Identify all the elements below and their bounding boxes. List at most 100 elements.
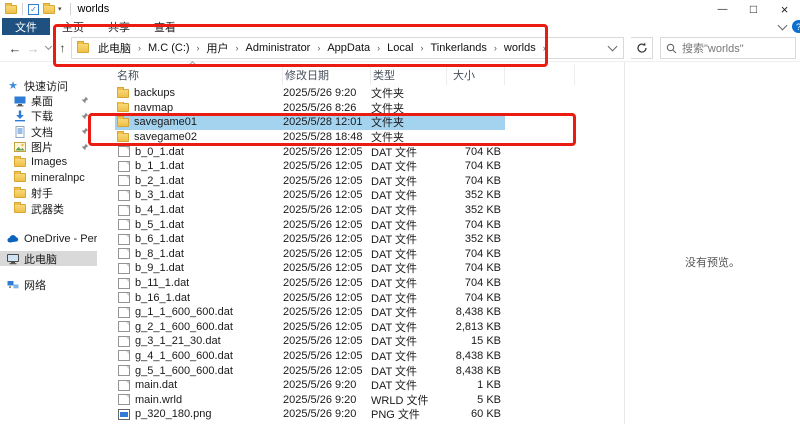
file-type-icon xyxy=(117,118,129,127)
up-button[interactable]: ↑ xyxy=(54,41,71,55)
refresh-button[interactable] xyxy=(631,37,653,59)
breadcrumb-separator-icon[interactable]: › xyxy=(416,43,427,53)
tab-home[interactable]: 主页 xyxy=(50,17,96,37)
breadcrumb-item[interactable]: AppData › xyxy=(324,40,384,56)
file-row[interactable]: b_11_1.dat 2025/5/26 12:05 DAT 文件 704 KB xyxy=(115,276,505,291)
file-rows: backups 2025/5/26 9:20 文件夹 navmap 2025/5… xyxy=(115,86,624,422)
file-row[interactable]: b_2_1.dat 2025/5/26 12:05 DAT 文件 704 KB xyxy=(115,174,505,189)
file-type: DAT 文件 xyxy=(371,304,447,320)
sidebar-item-this-pc[interactable]: 此电脑 xyxy=(0,251,97,266)
sidebar-item-quick-access[interactable]: ★ 快速访问 xyxy=(0,78,97,93)
file-type-icon xyxy=(118,278,130,289)
breadcrumb-separator-icon[interactable]: › xyxy=(539,43,550,53)
file-row[interactable]: p_320_180.png 2025/5/26 9:20 PNG 文件 60 K… xyxy=(115,407,505,422)
file-date-modified: 2025/5/26 12:05 xyxy=(283,306,371,318)
sidebar-item-downloads[interactable]: 下载 xyxy=(0,109,97,124)
file-date-modified: 2025/5/26 12:05 xyxy=(283,219,371,231)
quick-access-newfolder-icon[interactable] xyxy=(43,5,55,14)
file-row[interactable]: main.wrld 2025/5/26 9:20 WRLD 文件 5 KB xyxy=(115,392,505,407)
breadcrumb-separator-icon[interactable]: › xyxy=(490,43,501,53)
file-name: b_0_1.dat xyxy=(135,146,184,158)
recent-locations-icon[interactable] xyxy=(42,47,54,49)
file-row[interactable]: b_16_1.dat 2025/5/26 12:05 DAT 文件 704 KB xyxy=(115,290,505,305)
breadcrumb-item[interactable]: 用户 › xyxy=(204,38,243,58)
sidebar-item-weapons-folder[interactable]: 武器类 xyxy=(0,201,97,216)
file-row[interactable]: backups 2025/5/26 9:20 文件夹 xyxy=(115,86,505,101)
file-date-modified: 2025/5/28 18:48 xyxy=(283,131,371,143)
file-row[interactable]: b_5_1.dat 2025/5/26 12:05 DAT 文件 704 KB xyxy=(115,217,505,232)
file-type-icon xyxy=(118,234,130,245)
sidebar-item-pictures[interactable]: 图片 xyxy=(0,140,97,155)
breadcrumb-separator-icon[interactable]: › xyxy=(134,43,145,53)
breadcrumb-item[interactable]: Tinkerlands › xyxy=(427,40,500,56)
breadcrumb-item[interactable]: Administrator › xyxy=(243,40,325,56)
column-header-date-modified[interactable]: 修改日期 xyxy=(283,64,371,85)
breadcrumb-item[interactable]: M.C (C:) › xyxy=(145,40,204,56)
file-size: 704 KB xyxy=(447,146,505,158)
sidebar-item-documents[interactable]: 文档 xyxy=(0,124,97,139)
ribbon-expand-icon[interactable] xyxy=(778,20,788,30)
file-row[interactable]: navmap 2025/5/26 8:26 文件夹 xyxy=(115,101,505,116)
forward-button[interactable]: → xyxy=(24,41,42,56)
file-date-modified: 2025/5/26 12:05 xyxy=(283,321,371,333)
back-button[interactable]: ← xyxy=(6,41,24,56)
column-header-name[interactable]: 名称 xyxy=(115,64,283,85)
column-header-type[interactable]: 类型 xyxy=(371,64,447,85)
file-type-icon xyxy=(117,133,129,142)
file-row[interactable]: g_1_1_600_600.dat 2025/5/26 12:05 DAT 文件… xyxy=(115,305,505,320)
file-row[interactable]: savegame02 2025/5/28 18:48 文件夹 xyxy=(115,130,505,145)
breadcrumb-label: 用户 xyxy=(204,38,232,58)
help-icon[interactable]: ? xyxy=(792,20,800,33)
file-row[interactable]: g_4_1_600_600.dat 2025/5/26 12:05 DAT 文件… xyxy=(115,349,505,364)
file-name: b_5_1.dat xyxy=(135,219,184,231)
file-row[interactable]: b_9_1.dat 2025/5/26 12:05 DAT 文件 704 KB xyxy=(115,261,505,276)
breadcrumb-separator-icon[interactable]: › xyxy=(232,43,243,53)
breadcrumb-item[interactable]: 此电脑 › xyxy=(95,38,145,58)
pin-icon xyxy=(81,96,89,104)
tab-view[interactable]: 查看 xyxy=(142,17,188,37)
sidebar-item-desktop[interactable]: 桌面 xyxy=(0,93,97,108)
file-type-icon xyxy=(117,103,129,112)
sidebar-item-onedrive[interactable]: OneDrive - Persona xyxy=(0,231,97,246)
column-header-size[interactable]: 大小 xyxy=(447,64,505,85)
breadcrumb-separator-icon[interactable]: › xyxy=(193,43,204,53)
breadcrumb-separator-icon[interactable]: › xyxy=(373,43,384,53)
file-row[interactable]: b_4_1.dat 2025/5/26 12:05 DAT 文件 352 KB xyxy=(115,203,505,218)
tab-share[interactable]: 共享 xyxy=(96,17,142,37)
address-bar[interactable]: 此电脑 › M.C (C:) › 用户 › Administrator xyxy=(71,37,624,59)
quick-access-customize-icon[interactable]: ▾ xyxy=(58,5,62,13)
sidebar-item-network[interactable]: 网络 xyxy=(0,277,97,292)
breadcrumb-item[interactable]: worlds › xyxy=(501,40,550,56)
cloud-icon xyxy=(7,233,19,245)
file-row[interactable]: b_3_1.dat 2025/5/26 12:05 DAT 文件 352 KB xyxy=(115,188,505,203)
sidebar-item-images-folder[interactable]: Images xyxy=(0,155,97,170)
file-size: 8,438 KB xyxy=(447,306,505,318)
file-row[interactable]: g_2_1_600_600.dat 2025/5/26 12:05 DAT 文件… xyxy=(115,320,505,335)
file-type: 文件夹 xyxy=(371,85,447,101)
file-row[interactable]: savegame01 2025/5/28 12:01 文件夹 xyxy=(115,115,505,130)
breadcrumb-separator-icon[interactable]: › xyxy=(313,43,324,53)
file-row[interactable]: g_3_1_21_30.dat 2025/5/26 12:05 DAT 文件 1… xyxy=(115,334,505,349)
address-dropdown-icon[interactable] xyxy=(603,46,621,50)
file-row[interactable]: b_0_1.dat 2025/5/26 12:05 DAT 文件 704 KB xyxy=(115,144,505,159)
file-row[interactable]: main.dat 2025/5/26 9:20 DAT 文件 1 KB xyxy=(115,378,505,393)
sidebar-item-mineralnpc-folder[interactable]: mineralnpc xyxy=(0,170,97,185)
search-input[interactable]: 搜索"worlds" xyxy=(660,37,796,59)
file-date-modified: 2025/5/26 12:05 xyxy=(283,204,371,216)
quick-access-properties-icon[interactable]: ✓ xyxy=(28,4,39,15)
star-icon: ★ xyxy=(7,80,19,92)
file-date-modified: 2025/5/26 8:26 xyxy=(283,102,371,114)
maximize-button[interactable]: □ xyxy=(738,0,769,18)
file-row[interactable]: b_6_1.dat 2025/5/26 12:05 DAT 文件 352 KB xyxy=(115,232,505,247)
minimize-button[interactable]: — xyxy=(707,0,738,18)
file-row[interactable]: b_8_1.dat 2025/5/26 12:05 DAT 文件 704 KB xyxy=(115,247,505,262)
file-row[interactable]: g_5_1_600_600.dat 2025/5/26 12:05 DAT 文件… xyxy=(115,363,505,378)
sidebar-item-archer-folder[interactable]: 射手 xyxy=(0,186,97,201)
file-type: DAT 文件 xyxy=(371,246,447,262)
close-button[interactable]: × xyxy=(769,0,800,18)
file-row[interactable]: b_1_1.dat 2025/5/26 12:05 DAT 文件 704 KB xyxy=(115,159,505,174)
breadcrumb-item[interactable]: Local › xyxy=(384,40,427,56)
file-type-icon xyxy=(118,146,130,157)
tab-file[interactable]: 文件 xyxy=(2,18,50,35)
file-date-modified: 2025/5/28 12:01 xyxy=(283,116,371,128)
